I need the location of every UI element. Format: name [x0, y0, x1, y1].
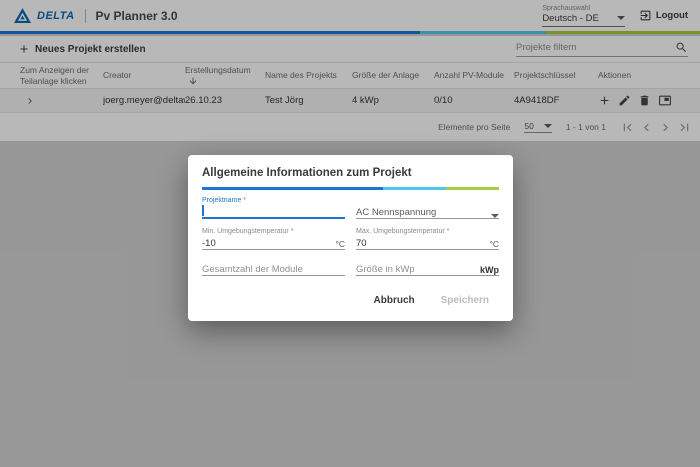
max-temp-label: Max. Umgebungstemperatur *	[356, 228, 499, 235]
ac-voltage-value: AC Nennspannung	[356, 207, 436, 218]
progress-green-segment	[446, 187, 499, 190]
module-count-input-row	[202, 263, 345, 276]
progress-blue-segment	[202, 187, 383, 190]
required-asterisk: *	[243, 197, 246, 204]
min-temp-input[interactable]	[202, 238, 331, 249]
min-temp-input-row: °C	[202, 237, 345, 250]
ac-voltage-select[interactable]: AC Nennspannung	[356, 206, 499, 219]
min-temp-label: Min. Umgebungstemperatur *	[202, 228, 345, 235]
project-dialog: Allgemeine Informationen zum Projekt Pro…	[188, 155, 513, 321]
project-name-input-row	[202, 206, 345, 219]
size-kwp-unit: kWp	[476, 265, 499, 275]
max-temp-label-text: Max. Umgebungstemperatur	[356, 228, 445, 235]
progress-cyan-segment	[383, 187, 445, 190]
chevron-down-icon	[491, 214, 499, 218]
form-row-3: kWp	[202, 263, 499, 276]
module-count-field	[202, 263, 345, 276]
min-temp-label-text: Min. Umgebungstemperatur	[202, 228, 289, 235]
project-name-field: Projektname *	[202, 197, 345, 219]
project-name-label-text: Projektname	[202, 197, 241, 204]
max-temp-input-row: °C	[356, 237, 499, 250]
min-temp-field: Min. Umgebungstemperatur * °C	[202, 228, 345, 250]
save-button[interactable]: Speichern	[431, 288, 499, 313]
dialog-progress-bar	[202, 187, 499, 190]
ac-voltage-label-spacer	[356, 197, 499, 204]
dialog-actions: Abbruch Speichern	[202, 288, 499, 313]
size-kwp-input[interactable]	[356, 264, 476, 275]
max-temp-input[interactable]	[356, 238, 485, 249]
required-asterisk: *	[291, 228, 294, 235]
required-asterisk: *	[447, 228, 450, 235]
module-count-input[interactable]	[202, 264, 345, 275]
ac-voltage-field: AC Nennspannung	[356, 197, 499, 219]
dialog-title: Allgemeine Informationen zum Projekt	[202, 167, 499, 179]
form-row-1: Projektname * AC Nennspannung	[202, 197, 499, 219]
project-name-label: Projektname *	[202, 197, 345, 204]
max-temp-unit: °C	[485, 239, 499, 249]
app-root: DELTA Pv Planner 3.0 Sprachauswahl Deuts…	[0, 0, 700, 467]
form-row-2: Min. Umgebungstemperatur * °C Max. Umgeb…	[202, 228, 499, 250]
size-kwp-input-row: kWp	[356, 263, 499, 276]
max-temp-field: Max. Umgebungstemperatur * °C	[356, 228, 499, 250]
min-temp-unit: °C	[331, 239, 345, 249]
cancel-button[interactable]: Abbruch	[364, 288, 425, 313]
size-kwp-field: kWp	[356, 263, 499, 276]
project-name-input[interactable]	[204, 206, 346, 217]
